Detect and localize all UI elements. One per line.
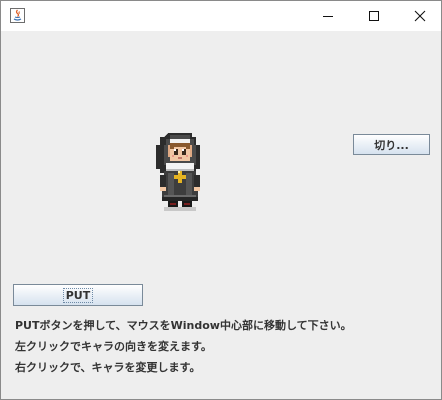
java-app-icon <box>10 8 25 23</box>
close-button[interactable] <box>397 1 441 31</box>
maximize-button[interactable] <box>351 1 397 31</box>
instruction-line: PUTボタンを押して、マウスをWindow中心部に移動して下さい。 <box>15 319 352 332</box>
nun-character-sprite <box>156 133 200 211</box>
minimize-icon <box>323 16 333 17</box>
app-window: 切り... PUT PUTボタンを押して、マウスをWindow中心部に移動して下… <box>0 0 442 400</box>
instruction-line: 左クリックでキャラの向きを変えます。 <box>15 340 212 353</box>
put-button[interactable]: PUT <box>13 284 143 306</box>
maximize-icon <box>369 11 379 21</box>
content-pane[interactable]: 切り... PUT PUTボタンを押して、マウスをWindow中心部に移動して下… <box>1 31 441 399</box>
instruction-line: 右クリックで、キャラを変更します。 <box>15 361 201 374</box>
put-button-label: PUT <box>62 287 94 303</box>
minimize-button[interactable] <box>305 1 351 31</box>
instructions-text: PUTボタンを押して、マウスをWindow中心部に移動して下さい。 左クリックで… <box>15 315 352 378</box>
title-bar[interactable] <box>1 1 441 31</box>
cut-button[interactable]: 切り... <box>353 134 430 155</box>
close-icon <box>414 10 426 22</box>
